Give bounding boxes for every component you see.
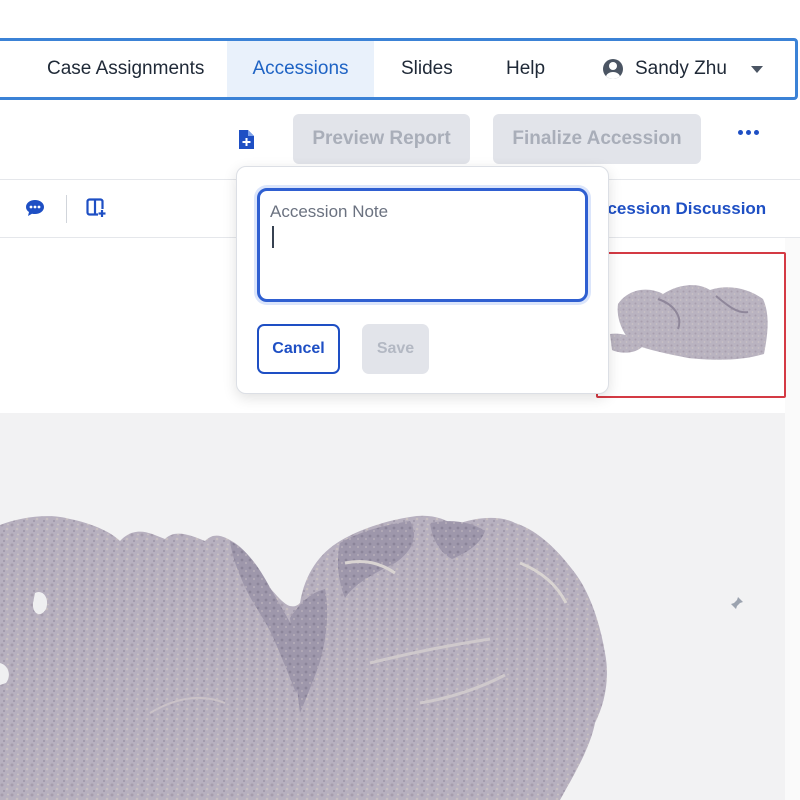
preview-report-button[interactable]: Preview Report [293, 114, 470, 164]
file-plus-icon[interactable] [238, 130, 254, 154]
toolbar-divider [66, 195, 67, 223]
accession-discussion-link[interactable]: ccession Discussion [598, 199, 766, 219]
accession-note-label: Accession Note [270, 202, 389, 221]
accession-note-popover: Accession Note Cancel Save [236, 166, 609, 394]
pushpin-icon[interactable] [730, 596, 744, 615]
chat-bubble-icon[interactable] [25, 199, 45, 222]
user-circle-icon [603, 59, 623, 79]
finalize-accession-button[interactable]: Finalize Accession [493, 114, 701, 164]
split-panel-add-icon[interactable] [86, 198, 106, 223]
cancel-button[interactable]: Cancel [257, 324, 340, 374]
nav-slides[interactable]: Slides [401, 41, 453, 97]
nav-help[interactable]: Help [506, 41, 545, 97]
top-navigation: Case Assignments Accessions Slides Help … [0, 38, 798, 100]
save-button[interactable]: Save [362, 324, 429, 374]
more-options-icon[interactable] [738, 130, 759, 135]
nav-accessions[interactable]: Accessions [227, 41, 374, 97]
slide-viewer[interactable] [0, 413, 785, 800]
user-menu[interactable]: Sandy Zhu [603, 41, 763, 97]
user-name: Sandy Zhu [635, 58, 727, 79]
chevron-down-icon [750, 65, 763, 73]
slide-thumbnail-selected[interactable] [596, 252, 786, 398]
accession-note-field[interactable]: Accession Note [257, 188, 588, 302]
nav-case-assignments[interactable]: Case Assignments [47, 41, 204, 97]
text-cursor [272, 226, 274, 248]
scrollbar-track[interactable] [785, 238, 800, 800]
